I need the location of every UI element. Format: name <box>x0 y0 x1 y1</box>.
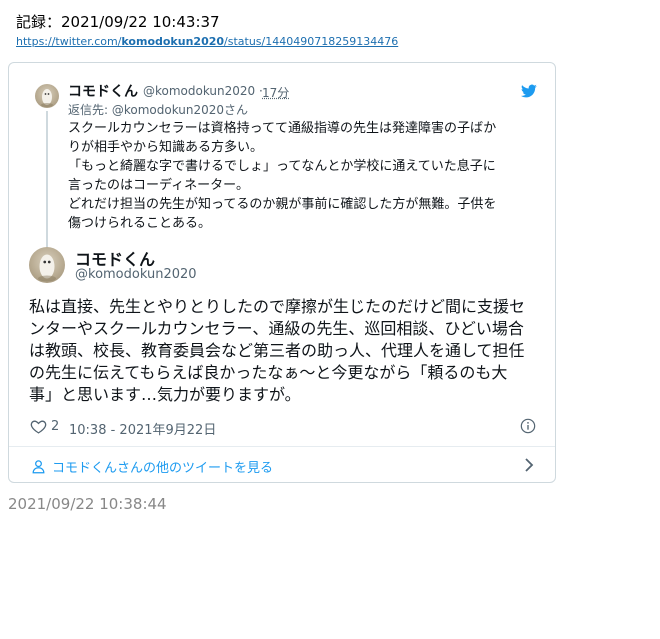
thread-connector-line <box>46 111 48 248</box>
parent-text-line: 言ったのはコーディネーター。 <box>68 178 249 193</box>
parent-text-line: 傷つけられることある。 <box>68 216 212 231</box>
url-user: komodokun2020 <box>121 35 225 48</box>
like-count: 2 <box>51 419 60 434</box>
main-text-line: は教頭、校長、教育委員会など第三者の助っ人、代理人を通して担任 <box>29 341 525 360</box>
person-icon <box>32 460 45 474</box>
avatar-figure-icon <box>38 254 56 282</box>
parent-text-line: りが相手やから知識ある方多い。 <box>68 140 264 155</box>
capture-time: 2021/09/22 10:38:44 <box>8 495 167 513</box>
url-prefix: https://twitter.com/ <box>16 35 122 48</box>
main-author-handle[interactable]: @komodokun2020 <box>75 267 197 282</box>
avatar-figure-icon <box>41 89 53 107</box>
parent-author-name[interactable]: コモドくん <box>68 81 138 101</box>
main-tweet-timestamp[interactable]: 10:38 - 2021年9月22日 <box>69 419 216 438</box>
parent-handle-text: @komodokun2020 <box>143 84 256 98</box>
heart-icon <box>30 420 47 434</box>
main-avatar[interactable] <box>29 247 65 283</box>
parent-time-ago[interactable]: 17分 <box>262 84 289 101</box>
main-text-line: 私は直接、先生とやりとりしたので摩擦が生じたのだけど間に支援セ <box>29 297 526 316</box>
parent-author-handle[interactable]: @komodokun2020 · <box>143 84 263 98</box>
parent-tweet-text: スクールカウンセラーは資格持ってて通級指導の先生は発達障害の子ばか りが相手やか… <box>68 119 544 233</box>
twitter-bird-icon[interactable] <box>521 83 537 99</box>
more-tweets-label: コモドくんさんの他のツイートを見る <box>52 461 274 476</box>
card-divider <box>9 446 555 447</box>
main-text-line: ンターやスクールカウンセラー、通級の先生、巡回相談、ひどい場合 <box>29 319 524 338</box>
main-tweet-text: 私は直接、先生とやりとりしたので摩擦が生じたのだけど間に支援セ ンターやスクール… <box>29 296 539 406</box>
tweet-url-link[interactable]: https://twitter.com/komodokun2020/status… <box>16 35 398 48</box>
main-text-line: 事」と思います…気力が要りますが。 <box>29 385 301 404</box>
main-text-line: の先生に伝えてもらえば良かったなぁ〜と今更ながら「頼るのも大 <box>29 363 508 382</box>
record-timestamp: 記録：2021/09/22 10:43:37 <box>16 13 220 31</box>
reply-to-label[interactable]: 返信先: @komodokun2020さん <box>68 101 248 118</box>
parent-text-line: どれだけ担当の先生が知ってるのか親が事前に確認した方が無難。子供を <box>68 197 497 212</box>
info-icon[interactable] <box>520 418 536 434</box>
parent-text-line: スクールカウンセラーは資格持ってて通級指導の先生は発達障害の子ばか <box>68 121 497 136</box>
tweet-embed-card: コモドくん @komodokun2020 · 17分 返信先: @komodok… <box>8 62 556 483</box>
like-button[interactable]: 2 <box>30 418 59 435</box>
more-tweets-link[interactable]: コモドくんさんの他のツイートを見る <box>31 457 273 476</box>
chevron-right-icon[interactable] <box>523 457 535 473</box>
url-suffix: /status/1440490718259134476 <box>224 35 399 48</box>
parent-avatar[interactable] <box>35 84 59 108</box>
parent-text-line: 「もっと綺麗な字で書けるでしょ」ってなんとか学校に通えていた息子に <box>68 159 496 174</box>
